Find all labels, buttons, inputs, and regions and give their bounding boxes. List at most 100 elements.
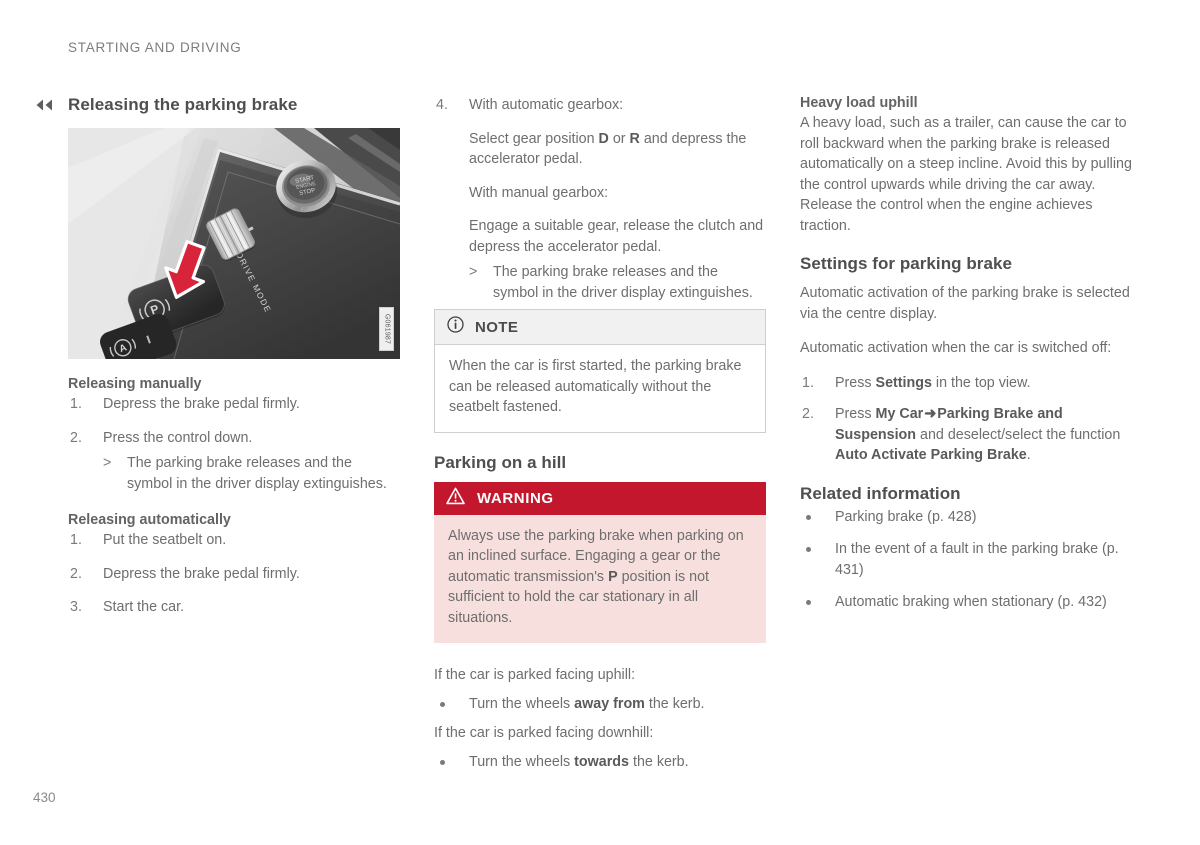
result-text: The parking brake releases and the symbo… xyxy=(127,455,387,492)
warning-label: WARNING xyxy=(477,489,554,507)
step-number: 3. xyxy=(70,599,82,615)
settings-paragraph-2: Automatic activation when the car is swi… xyxy=(800,340,1112,356)
uphill-lead: If the car is parked facing uphill: xyxy=(434,667,636,683)
step-number: 1. xyxy=(70,396,82,412)
text-fragment: Press xyxy=(835,374,876,391)
note-label: NOTE xyxy=(475,318,519,336)
bullet-icon xyxy=(440,759,445,765)
bullet-icon xyxy=(806,547,811,552)
page-title: Releasing the parking brake xyxy=(68,95,298,114)
list-item: Turn the wheels towards the kerb. xyxy=(434,752,766,773)
text-fragment: . xyxy=(1026,447,1031,463)
list-item: 2. Press the control down. > The parking… xyxy=(68,428,400,495)
list-releasing-automatically: 1. Put the seatbelt on. 2. Depress the b… xyxy=(68,530,400,618)
warning-header: WARNING xyxy=(434,481,766,515)
gear-r: R xyxy=(629,130,640,147)
menu-my-car: My Car xyxy=(875,406,924,422)
list-item: 1. Depress the brake pedal firmly. xyxy=(68,394,400,415)
emphasis: away from xyxy=(574,695,645,712)
bullet-icon xyxy=(440,701,445,707)
note-box: NOTE When the car is first started, the … xyxy=(434,309,766,433)
text-fragment: Turn the wheels xyxy=(469,753,575,770)
bullet-icon xyxy=(806,514,811,520)
result-text: The parking brake releases and the symbo… xyxy=(493,264,753,301)
text-fragment: Press xyxy=(835,406,876,422)
list-step-four: 4. With automatic gearbox: Select gear p… xyxy=(434,95,766,303)
heading-releasing-automatically: Releasing automatically xyxy=(68,512,231,528)
text-fragment: in the top view. xyxy=(931,374,1031,391)
list-item: Turn the wheels away from the kerb. xyxy=(434,694,766,715)
step-number: 4. xyxy=(436,97,448,113)
list-item: 4. With automatic gearbox: Select gear p… xyxy=(434,95,766,303)
step-subparagraph-automatic: Select gear position D or R and depress … xyxy=(469,129,766,170)
step-number: 1. xyxy=(70,532,82,548)
page-number: 430 xyxy=(33,790,56,805)
heading-parking-on-a-hill: Parking on a hill xyxy=(434,452,567,472)
step-subparagraph-manual: Engage a suitable gear, release the clut… xyxy=(469,218,764,255)
result-marker: > xyxy=(103,455,112,471)
warning-triangle-icon xyxy=(446,487,465,510)
column-middle: 4. With automatic gearbox: Select gear p… xyxy=(434,95,766,772)
list-item: 2. Press My Car➜Parking Brake and Suspen… xyxy=(800,404,1132,466)
text-fragment: Select gear position xyxy=(469,130,599,147)
note-body: When the car is first started, the parki… xyxy=(449,358,742,415)
step-text: Start the car. xyxy=(103,599,185,615)
step-number: 1. xyxy=(802,374,814,391)
result-marker: > xyxy=(469,264,478,280)
warning-body: Always use the parking brake when parkin… xyxy=(434,515,766,644)
step-result: > The parking brake releases and the sym… xyxy=(103,453,400,494)
emphasis: towards xyxy=(574,753,629,770)
downhill-lead: If the car is parked facing downhill: xyxy=(434,725,654,741)
figure-id-label: G061987 xyxy=(379,307,394,351)
double-chevron-left-icon xyxy=(34,97,56,113)
heavy-load-text: A heavy load, such as a trailer, can cau… xyxy=(800,115,1132,234)
step-text: Press the control down. xyxy=(103,429,253,446)
text-fragment: Turn the wheels xyxy=(469,695,575,712)
list-item: 3. Start the car. xyxy=(68,597,400,618)
heading-heavy-load-uphill: Heavy load uphill xyxy=(800,95,918,111)
step-result: > The parking brake releases and the sym… xyxy=(469,262,766,303)
list-item[interactable]: Automatic braking when stationary (p. 43… xyxy=(800,592,1132,613)
related-link[interactable]: In the event of a fault in the parking b… xyxy=(835,541,1119,578)
note-header: NOTE xyxy=(435,310,765,345)
step-number: 2. xyxy=(70,429,82,446)
list-item: 2. Depress the brake pedal firmly. xyxy=(68,564,400,585)
info-circle-icon xyxy=(447,316,464,338)
step-text: Depress the brake pedal firmly. xyxy=(103,565,300,582)
related-link[interactable]: Parking brake (p. 428) xyxy=(835,509,976,525)
menu-settings: Settings xyxy=(875,374,932,391)
centre-console-illustration: START ENGINE STOP DRIVE MODE P A G061987 xyxy=(68,128,400,359)
step-subparagraph-manual-lead: With manual gearbox: xyxy=(469,184,609,201)
step-number: 2. xyxy=(70,565,82,582)
column-right: Heavy load uphill A heavy load, such as … xyxy=(800,95,1132,625)
manual-page: STARTING AND DRIVING 430 Releasing the p… xyxy=(0,0,1200,845)
step-text: With automatic gearbox: xyxy=(469,97,624,113)
gear-d: D xyxy=(598,130,609,147)
bullet-icon xyxy=(806,600,811,605)
column-left: Releasing the parking brake START ENGINE… xyxy=(68,95,400,618)
settings-paragraph-1: Automatic activation of the parking brak… xyxy=(800,285,1130,322)
list-item[interactable]: Parking brake (p. 428) xyxy=(800,507,1132,528)
step-text: Put the seatbelt on. xyxy=(103,532,227,548)
arrow-right-icon: ➜ xyxy=(924,406,937,422)
related-link[interactable]: Automatic braking when stationary (p. 43… xyxy=(835,594,1107,610)
text-fragment: and deselect/select the function xyxy=(916,426,1121,443)
list-settings-steps: 1. Press Settings in the top view. 2. Pr… xyxy=(800,373,1132,466)
list-item[interactable]: In the event of a fault in the parking b… xyxy=(800,539,1132,580)
step-text: Depress the brake pedal firmly. xyxy=(103,396,300,412)
list-item: 1. Put the seatbelt on. xyxy=(68,530,400,551)
step-number: 2. xyxy=(802,406,814,422)
heading-settings-for-parking-brake: Settings for parking brake xyxy=(800,254,1012,273)
warning-box: WARNING Always use the parking brake whe… xyxy=(434,481,766,644)
menu-auto-activate-parking-brake: Auto Activate Parking Brake xyxy=(835,447,1027,463)
list-related-information: Parking brake (p. 428) In the event of a… xyxy=(800,507,1132,613)
heading-releasing-manually: Releasing manually xyxy=(68,376,202,392)
list-item: 1. Press Settings in the top view. xyxy=(800,373,1132,394)
list-releasing-manually: 1. Depress the brake pedal firmly. 2. Pr… xyxy=(68,394,400,494)
heading-related-information: Related information xyxy=(800,483,961,503)
text-fragment: the kerb. xyxy=(629,753,689,770)
text-fragment: or xyxy=(608,130,630,147)
gear-p: P xyxy=(608,568,618,585)
running-header: STARTING AND DRIVING xyxy=(68,40,242,55)
list-downhill: Turn the wheels towards the kerb. xyxy=(434,752,766,773)
